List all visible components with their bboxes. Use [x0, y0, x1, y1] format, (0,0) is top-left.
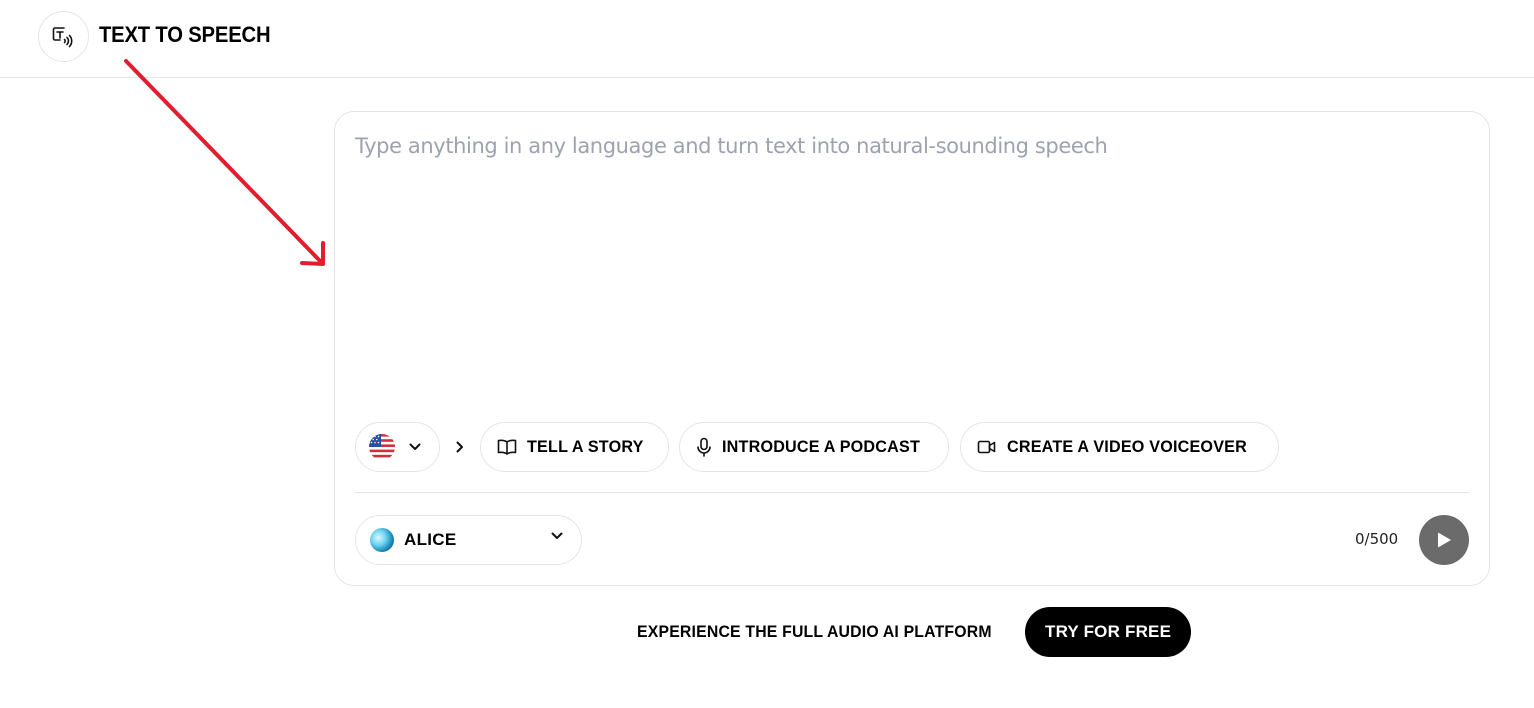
chevron-right-icon [456, 441, 463, 453]
language-selector[interactable] [355, 422, 440, 472]
page-title: TEXT TO SPEECH [99, 22, 271, 47]
character-counter: 0/500 [1355, 530, 1399, 548]
prompt-tell-a-story[interactable]: TELL A STORY [480, 422, 669, 472]
chevron-down-icon [551, 532, 563, 539]
scroll-prompts-button[interactable] [440, 441, 480, 453]
video-camera-icon [977, 439, 997, 455]
prompt-introduce-a-podcast[interactable]: INTRODUCE A PODCAST [678, 422, 950, 472]
divider [355, 492, 1469, 493]
voice-name: ALICE [404, 530, 457, 549]
chevron-down-icon [409, 443, 421, 450]
tts-card: TELL A STORY INTRODUCE A PODCAST CREATE … [334, 111, 1490, 586]
prompt-label: TELL A STORY [527, 437, 644, 456]
microphone-icon [696, 437, 712, 457]
voice-selector[interactable]: ALICE [355, 515, 582, 565]
us-flag-icon [369, 434, 395, 460]
cta-text: EXPERIENCE THE FULL AUDIO AI PLATFORM [637, 622, 992, 641]
prompt-create-a-video-voiceover[interactable]: CREATE A VIDEO VOICEOVER [960, 422, 1279, 472]
prompt-label: INTRODUCE A PODCAST [721, 437, 920, 456]
prompt-label: CREATE A VIDEO VOICEOVER [1007, 437, 1248, 456]
book-icon [497, 438, 517, 456]
voice-avatar [370, 528, 394, 552]
cta-row: EXPERIENCE THE FULL AUDIO AI PLATFORM TR… [637, 607, 1192, 657]
play-button[interactable] [1419, 515, 1469, 565]
play-icon [1438, 532, 1451, 548]
text-to-speech-icon [52, 26, 72, 47]
top-bar: TEXT TO SPEECH [0, 0, 1534, 78]
text-input[interactable] [355, 134, 1465, 414]
try-for-free-button[interactable]: TRY FOR FREE [1025, 607, 1192, 657]
prompt-chip-row: TELL A STORY INTRODUCE A PODCAST CREATE … [355, 421, 1279, 473]
logo-button[interactable] [38, 11, 89, 62]
